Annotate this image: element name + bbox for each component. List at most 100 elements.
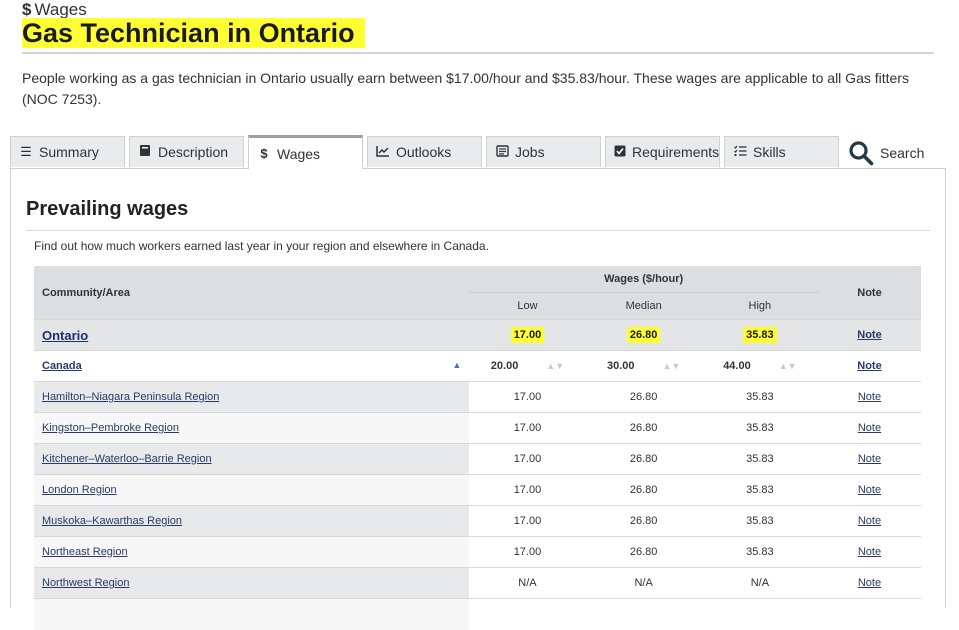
tab-skills[interactable]: Skills [724, 136, 839, 167]
search-button[interactable]: Search [848, 136, 924, 169]
col-header-high[interactable]: High [701, 292, 818, 320]
checkbox-icon [614, 145, 626, 160]
area-link[interactable]: Hamilton–Niagara Peninsula Region [42, 391, 219, 403]
note-link[interactable]: Note [858, 391, 881, 403]
section-divider [26, 230, 930, 231]
note-link[interactable]: Note [858, 484, 881, 496]
wage-low: 17.00 [510, 327, 545, 343]
chart-line-icon [376, 145, 390, 160]
wage-median: N/A [585, 567, 702, 599]
tab-outlooks[interactable]: Outlooks [367, 136, 482, 167]
section-title: Prevailing wages [26, 198, 189, 220]
wage-median: 26.80 [585, 536, 702, 568]
table-row: Kingston–Pembroke Region 17.00 26.80 35.… [34, 412, 921, 444]
page-title-text: Gas Technician in Ontario [22, 18, 365, 48]
wage-high: 35.83 [701, 381, 818, 413]
note-link[interactable]: Note [858, 577, 881, 589]
wage-high: 44.00 [723, 360, 751, 372]
title-divider [22, 52, 934, 54]
wage-high: 35.83 [701, 505, 818, 537]
wage-median: 26.80 [626, 327, 661, 343]
tab-label: Wages [277, 145, 321, 162]
area-link[interactable]: London Region [42, 484, 117, 496]
wage-high [701, 598, 818, 630]
section-lead: Find out how much workers earned last ye… [34, 239, 489, 253]
area-link[interactable]: Ontario [42, 328, 88, 343]
search-label: Search [880, 144, 925, 161]
wage-low [469, 598, 586, 630]
dollar-icon: $ [260, 146, 268, 161]
table-row: Muskoka–Kawarthas Region 17.00 26.80 35.… [34, 505, 921, 537]
wage-high: 35.83 [701, 474, 818, 506]
table-row: London Region 17.00 26.80 35.83 Note [34, 474, 921, 506]
tab-wages[interactable]: $ Wages [248, 135, 363, 169]
col-header-median[interactable]: Median [585, 292, 702, 320]
tab-requirements[interactable]: Requirements [605, 136, 720, 167]
tab-summary[interactable]: ☰ Summary [10, 136, 125, 167]
wage-low: 20.00 [490, 360, 519, 372]
area-link[interactable]: Muskoka–Kawarthas Region [42, 515, 182, 527]
wage-median: 26.80 [585, 474, 702, 506]
checklist-icon [733, 145, 747, 160]
note-link[interactable]: Note [857, 329, 881, 341]
table-row: Kitchener–Waterloo–Barrie Region 17.00 2… [34, 443, 921, 475]
wage-low: 17.00 [469, 381, 586, 413]
note-link[interactable]: Note [858, 453, 881, 465]
wage-high: 35.83 [701, 536, 818, 568]
wage-low: 17.00 [469, 474, 586, 506]
tab-bar: ☰ Summary Description $ Wages Outlooks J… [10, 135, 946, 169]
wage-median: 26.80 [585, 412, 702, 444]
tab-jobs[interactable]: Jobs [486, 136, 601, 167]
intro-text: People working as a gas technician in On… [22, 70, 909, 107]
area-link[interactable]: Canada [42, 360, 82, 372]
magnifier-icon [849, 140, 874, 165]
area-link[interactable]: Northeast Region [42, 546, 128, 558]
tab-label: Skills [753, 144, 786, 160]
wage-high: 35.83 [701, 443, 818, 475]
tab-description[interactable]: Description [129, 136, 244, 167]
table-row: Hamilton–Niagara Peninsula Region 17.00 … [34, 381, 921, 413]
col-header-low[interactable]: Low [469, 292, 586, 320]
sort-icon[interactable]: ▲▼ [663, 361, 681, 371]
tab-label: Jobs [515, 144, 545, 160]
wage-low: 17.00 [469, 412, 586, 444]
area-link[interactable]: Kitchener–Waterloo–Barrie Region [42, 453, 212, 465]
col-header-area[interactable]: Community/Area [34, 266, 470, 320]
book-icon [138, 144, 152, 160]
tab-label: Description [158, 144, 229, 160]
wage-high: 35.83 [743, 327, 777, 343]
col-header-wages: Wages ($/hour) [469, 266, 818, 293]
note-link[interactable]: Note [857, 360, 881, 372]
wage-low: 17.00 [469, 536, 586, 568]
wage-median: 30.00 [606, 360, 635, 372]
sort-asc-icon[interactable]: ▲ [452, 360, 461, 370]
tab-label: Requirements [632, 144, 720, 160]
note-link[interactable]: Note [858, 422, 881, 434]
list-icon: ☰ [20, 144, 32, 159]
sort-icon[interactable]: ▲▼ [546, 361, 564, 371]
note-link[interactable]: Note [858, 515, 881, 527]
wage-low: 17.00 [469, 505, 586, 537]
table-row: Northeast Region 17.00 26.80 35.83 Note [34, 536, 921, 568]
wage-median: 26.80 [585, 381, 702, 413]
wage-median [585, 598, 702, 630]
wage-high: N/A [701, 567, 818, 599]
wage-median: 26.80 [585, 505, 702, 537]
wage-low: N/A [469, 567, 586, 599]
note-link[interactable]: Note [858, 546, 881, 558]
col-header-note: Note [817, 266, 921, 320]
newspaper-icon [495, 144, 509, 160]
area-link[interactable]: Northwest Region [42, 577, 129, 589]
table-row-canada: Canada ▲ 20.00 ▲▼ 30.00 ▲▼ 44.00 ▲▼ Note [34, 350, 921, 382]
table-row: Northwest Region N/A N/A N/A Note [34, 567, 921, 599]
table-row-province: Ontario 17.00 26.80 35.83 Note [34, 319, 921, 351]
page-title: Gas Technician in Ontario [22, 17, 365, 49]
wages-table: Community/Area Wages ($/hour) Note Low M… [34, 266, 921, 630]
sort-icon[interactable]: ▲▼ [779, 361, 797, 371]
tab-label: Summary [39, 144, 99, 160]
wage-low: 17.00 [469, 443, 586, 475]
wage-high: 35.83 [701, 412, 818, 444]
wage-median: 26.80 [585, 443, 702, 475]
area-link[interactable]: Kingston–Pembroke Region [42, 422, 179, 434]
tab-label: Outlooks [396, 144, 452, 160]
